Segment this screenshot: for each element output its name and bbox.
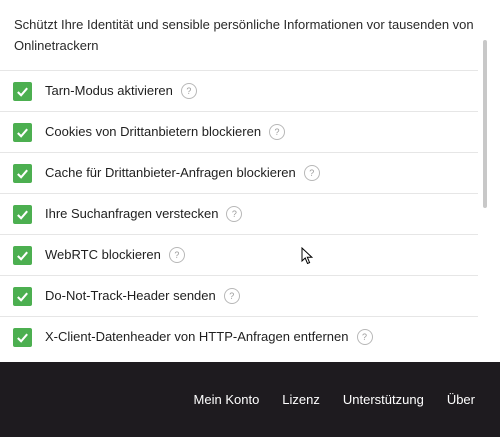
help-icon[interactable]: ? [168,247,185,263]
checkbox[interactable] [13,287,32,306]
footer-link-mein-konto[interactable]: Mein Konto [194,392,260,407]
footer-link-unterstuetzung[interactable]: Unterstützung [343,392,424,407]
help-icon[interactable]: ? [269,124,286,140]
option-label: X-Client-Datenheader von HTTP-Anfragen e… [45,329,373,345]
option-label: WebRTC blockieren? [45,247,185,263]
option-row[interactable]: Cache für Drittanbieter-Anfragen blockie… [0,152,478,194]
mouse-cursor-icon [301,247,313,265]
option-row[interactable]: Ihre Suchanfragen verstecken? [0,193,478,235]
option-label: Do-Not-Track-Header senden? [45,288,240,304]
footer-link-ueber[interactable]: Über [447,392,475,407]
checkbox[interactable] [13,205,32,224]
checkbox[interactable] [13,123,32,142]
option-label: Cookies von Drittanbietern blockieren? [45,124,286,140]
checkmark-icon [17,87,28,97]
help-icon[interactable]: ? [303,165,320,181]
checkmark-icon [17,333,28,343]
option-label: Tarn-Modus aktivieren? [45,83,197,99]
option-row[interactable]: Do-Not-Track-Header senden? [0,275,478,317]
help-icon[interactable]: ? [356,329,373,345]
checkmark-icon [17,251,28,261]
footer-link-lizenz[interactable]: Lizenz [282,392,320,407]
option-row[interactable]: WebRTC blockieren? [0,234,478,276]
settings-panel: Schützt Ihre Identität und sensible pers… [0,0,500,362]
option-row[interactable]: X-Client-Datenheader von HTTP-Anfragen e… [0,316,478,358]
checkbox[interactable] [13,164,32,183]
checkbox[interactable] [13,246,32,265]
help-icon[interactable]: ? [180,83,197,99]
checkbox[interactable] [13,82,32,101]
stealth-mode-panel: Schützt Ihre Identität und sensible pers… [0,0,500,437]
scrollbar-thumb[interactable] [483,40,487,208]
option-label: Ihre Suchanfragen verstecken? [45,206,243,222]
option-row[interactable]: Cookies von Drittanbietern blockieren? [0,111,478,153]
checkmark-icon [17,169,28,179]
option-row[interactable]: Tarn-Modus aktivieren? [0,70,478,112]
help-icon[interactable]: ? [223,288,240,304]
footer: Mein Konto Lizenz Unterstützung Über [0,362,500,437]
checkbox[interactable] [13,328,32,347]
checkmark-icon [17,128,28,138]
footer-nav: Mein Konto Lizenz Unterstützung Über [194,392,475,407]
checkmark-icon [17,292,28,302]
option-label: Cache für Drittanbieter-Anfragen blockie… [45,165,320,181]
intro-text: Schützt Ihre Identität und sensible pers… [14,17,474,53]
checkmark-icon [17,210,28,220]
help-icon[interactable]: ? [226,206,243,222]
